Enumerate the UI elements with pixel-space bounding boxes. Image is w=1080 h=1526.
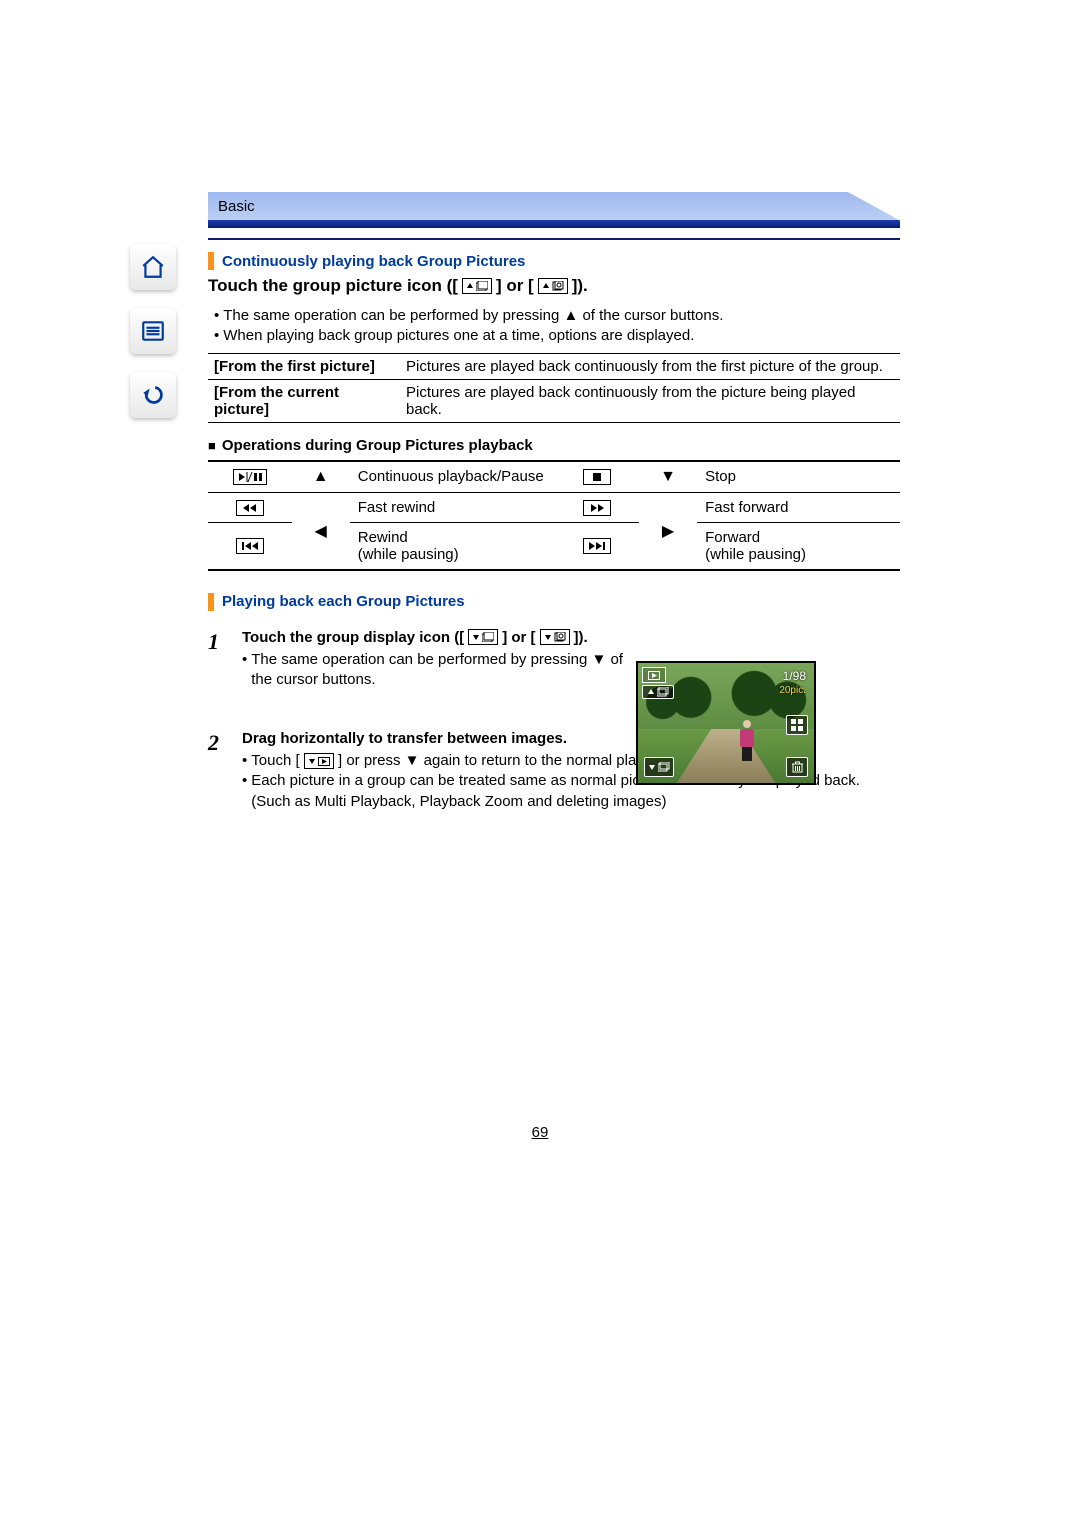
group-display-button[interactable] [644,757,674,777]
nav-home-button[interactable] [130,244,176,290]
rewind-icon [208,522,292,570]
step-1-title: Touch the group display icon ([ ] or [ ]… [242,629,900,646]
heading-tab-icon [208,252,214,270]
stop-icon [556,461,639,493]
forward-pause-desc: Forward (while pausing) [697,522,900,570]
group-indicator-icon [642,685,674,699]
section1-bullets: The same operation can be performed by p… [208,306,900,347]
header-rule [208,238,900,240]
table-row: ◀ Fast rewind ▶ Fast forward [208,492,900,522]
fast-rewind-icon [208,492,292,522]
header-bar [208,220,900,228]
image-counter: 1/98 [783,669,806,683]
rewind-pause-desc: Rewind (while pausing) [350,522,556,570]
square-bullet-icon: ■ [208,438,216,453]
header-section-label: Basic [218,198,255,215]
back-arrow-icon [140,382,166,408]
group-picture-icon-1 [462,278,492,294]
section-heading-label: Continuously playing back Group Pictures [222,253,525,270]
home-icon [140,254,166,280]
play-pause-desc: Continuous playback/Pause [350,461,556,493]
side-navigation [130,244,176,418]
fast-rewind-desc: Fast rewind [350,492,556,522]
multi-playback-button[interactable] [786,715,808,735]
list-icon [140,318,166,344]
nav-contents-button[interactable] [130,308,176,354]
play-pause-icon [208,461,292,493]
page-number: 69 [0,1124,1080,1141]
section-heading-continuous: Continuously playing back Group Pictures [208,252,900,270]
group-picture-icon-2 [538,278,568,294]
group-display-icon-1 [468,629,498,645]
manual-page: Basic Continuously playing back Group Pi… [0,0,1080,1526]
touch-group-picture-instruction: Touch the group picture icon ([ ] or [ ]… [208,276,900,296]
table-row: ▲ Continuous playback/Pause ▼ Stop [208,461,900,493]
table-row: [From the first picture] Pictures are pl… [208,353,900,379]
stop-desc: Stop [697,461,900,493]
operations-table: ▲ Continuous playback/Pause ▼ Stop ◀ Fas… [208,460,900,571]
heading-tab-icon [208,593,214,611]
section-heading-label: Playing back each Group Pictures [222,593,465,610]
picture-count: 20pic. [779,685,806,696]
fast-forward-icon [556,492,639,522]
playback-mode-icon [642,667,666,683]
camera-preview-screenshot: 1/98 20pic. [636,661,816,785]
operations-subheading: ■ Operations during Group Pictures playb… [208,437,900,454]
fast-forward-desc: Fast forward [697,492,900,522]
group-display-icon-2 [540,629,570,645]
section-heading-each: Playing back each Group Pictures [208,593,900,611]
forward-icon [556,522,639,570]
delete-button[interactable] [786,757,808,777]
header-banner: Basic [208,192,900,220]
playback-option-table: [From the first picture] Pictures are pl… [208,353,900,423]
table-row: [From the current picture] Pictures are … [208,379,900,422]
return-playback-icon [304,753,334,769]
nav-back-button[interactable] [130,372,176,418]
